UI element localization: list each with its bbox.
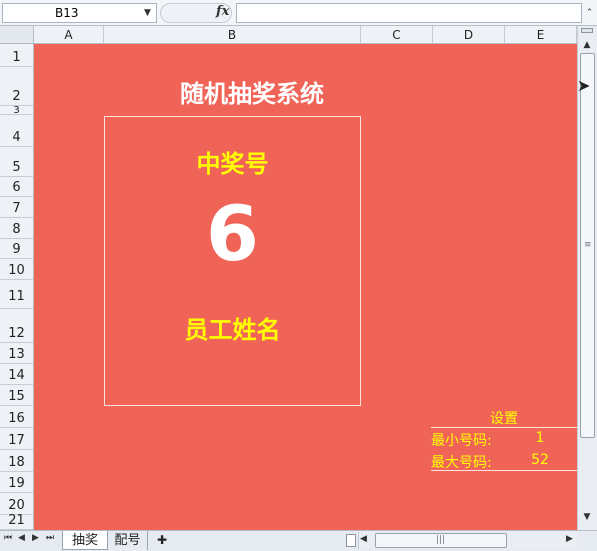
- fx-icon[interactable]: fx: [216, 4, 229, 19]
- min-number-value[interactable]: 1: [524, 430, 556, 446]
- column-header-c[interactable]: C: [361, 26, 433, 44]
- row-header[interactable]: 16: [0, 406, 34, 428]
- column-header-b[interactable]: B: [104, 26, 361, 44]
- row-header[interactable]: 2: [0, 67, 34, 106]
- row-header[interactable]: 15: [0, 385, 34, 406]
- scroll-up-icon[interactable]: ▲: [579, 38, 595, 52]
- scroll-right-icon[interactable]: ▶: [566, 534, 573, 544]
- row-header[interactable]: 8: [0, 218, 34, 239]
- scroll-down-icon[interactable]: ▼: [579, 510, 595, 524]
- row-header[interactable]: 3: [0, 105, 34, 116]
- max-number-value[interactable]: 52: [524, 452, 556, 468]
- formula-input[interactable]: [236, 3, 582, 23]
- split-handle[interactable]: [581, 28, 593, 33]
- row-header[interactable]: 5: [0, 147, 34, 177]
- scroll-left-icon[interactable]: ◀: [360, 534, 367, 544]
- max-number-label: 最大号码:: [431, 455, 492, 471]
- min-number-label: 最小号码:: [431, 433, 492, 449]
- mouse-cursor-icon: ➤: [577, 76, 591, 95]
- dropdown-arrow-icon[interactable]: ▼: [144, 8, 151, 18]
- row-header[interactable]: 9: [0, 239, 34, 259]
- tab-lottery[interactable]: 抽奖: [62, 531, 108, 550]
- expand-formula-icon[interactable]: ⌃: [584, 6, 595, 20]
- column-header-e[interactable]: E: [505, 26, 577, 44]
- first-sheet-icon[interactable]: ⏮: [4, 533, 12, 543]
- row-header[interactable]: 20: [0, 493, 34, 515]
- row-header[interactable]: 10: [0, 259, 34, 280]
- row-header[interactable]: 19: [0, 472, 34, 493]
- split-handle[interactable]: [346, 534, 356, 547]
- column-header-d[interactable]: D: [433, 26, 505, 44]
- settings-divider: [431, 427, 577, 428]
- tab-numbering[interactable]: 配号: [108, 531, 148, 550]
- row-header[interactable]: 11: [0, 280, 34, 309]
- row-header[interactable]: 7: [0, 197, 34, 218]
- row-header[interactable]: 18: [0, 450, 34, 472]
- prize-number: 6: [206, 189, 259, 278]
- row-header[interactable]: 13: [0, 343, 34, 364]
- column-header-a[interactable]: A: [34, 26, 104, 44]
- employee-name: 员工姓名: [184, 316, 281, 344]
- grip-icon: |||: [436, 535, 446, 545]
- prize-label: 中奖号: [196, 150, 269, 178]
- select-all-corner[interactable]: [0, 26, 34, 44]
- grip-icon: ≡: [584, 240, 592, 250]
- row-header[interactable]: 21: [0, 513, 34, 530]
- row-header[interactable]: 1: [0, 44, 34, 67]
- last-sheet-icon[interactable]: ⏭: [46, 533, 54, 543]
- row-header[interactable]: 17: [0, 428, 34, 450]
- worksheet-area[interactable]: 随机抽奖系统 中奖号 6 员工姓名 设置 最小号码: 1 最大号码: 52: [34, 44, 577, 530]
- row-header[interactable]: 4: [0, 115, 34, 147]
- settings-divider: [431, 470, 577, 471]
- new-sheet-icon[interactable]: ✚: [150, 531, 174, 550]
- next-sheet-icon[interactable]: ▶: [32, 533, 39, 543]
- row-header[interactable]: 12: [0, 309, 34, 343]
- settings-title: 设置: [490, 411, 518, 427]
- prev-sheet-icon[interactable]: ◀: [18, 533, 25, 543]
- row-header[interactable]: 14: [0, 364, 34, 385]
- lottery-title: 随机抽奖系统: [180, 80, 324, 108]
- name-box[interactable]: B13: [2, 3, 157, 23]
- row-header[interactable]: 6: [0, 177, 34, 197]
